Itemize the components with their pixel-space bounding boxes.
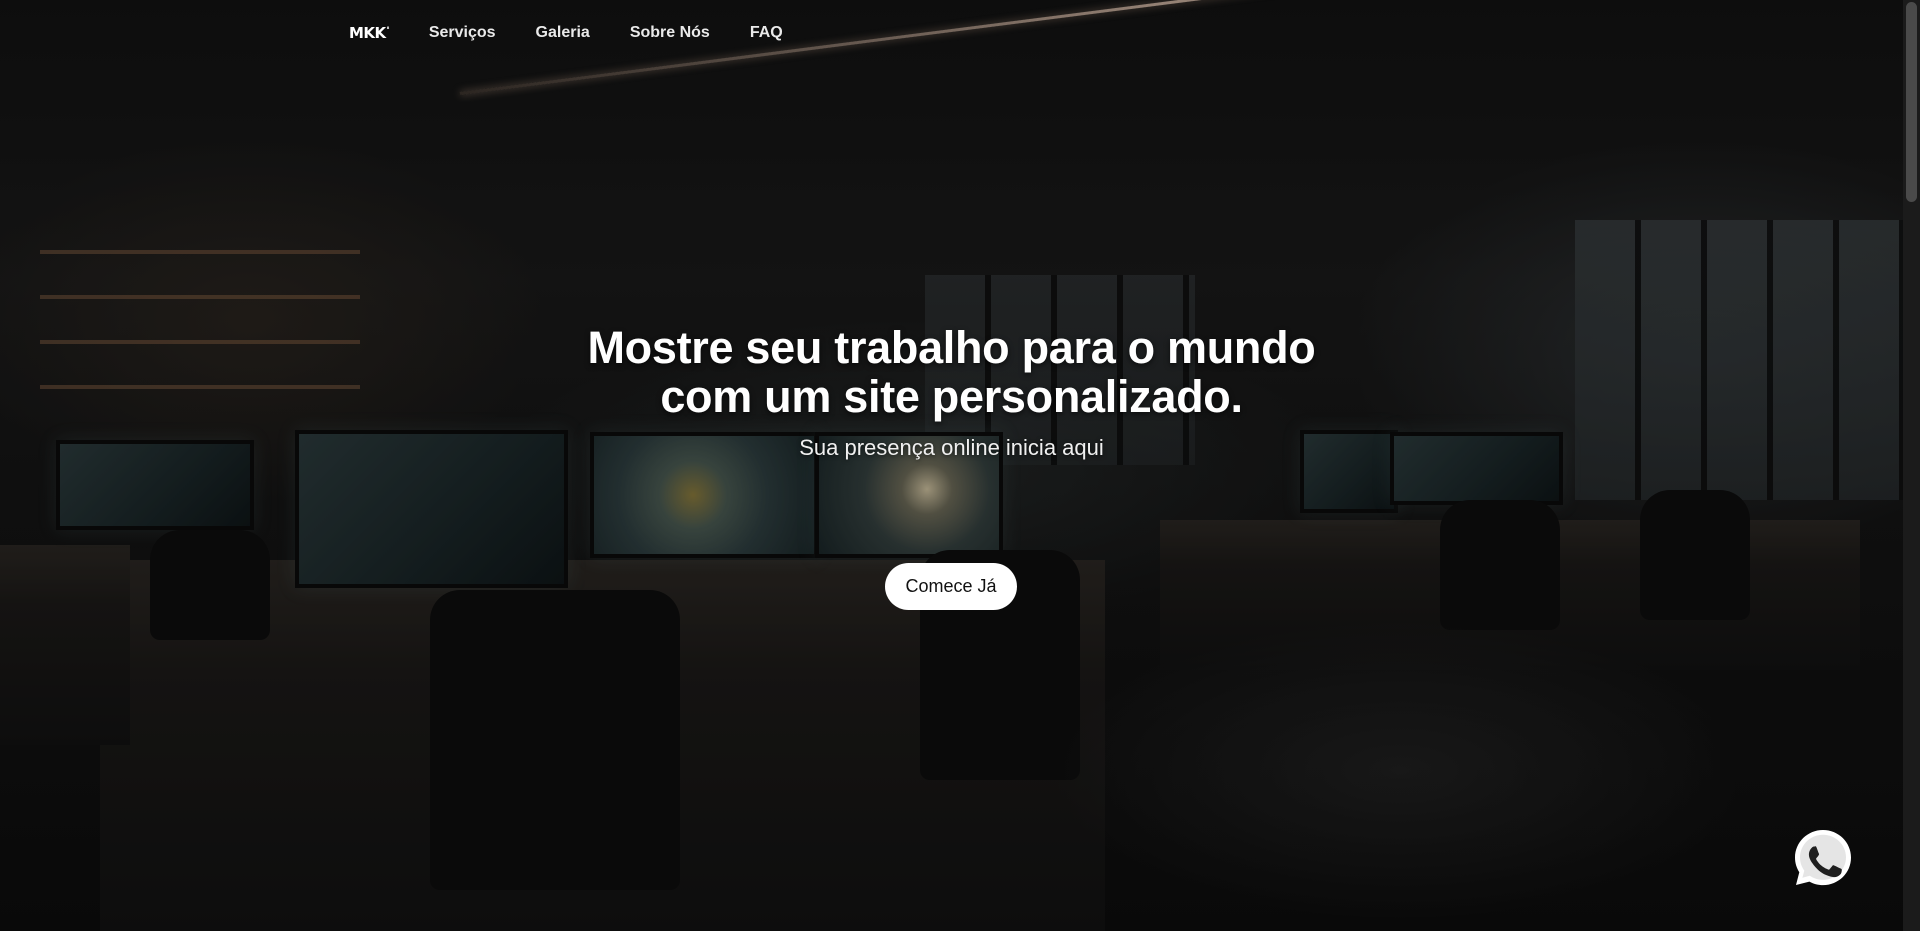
hero-title-line-2: com um site personalizado. bbox=[660, 371, 1243, 422]
hero-dark-overlay bbox=[0, 0, 1920, 931]
logo-superscript: ⁸ bbox=[386, 26, 390, 33]
hero-section: Mostre seu trabalho para o mundo com um … bbox=[0, 323, 1903, 461]
scrollbar-thumb[interactable] bbox=[1906, 2, 1917, 202]
nav-link-galeria[interactable]: Galeria bbox=[536, 24, 590, 42]
page-scrollbar[interactable] bbox=[1903, 0, 1920, 931]
whatsapp-icon bbox=[1795, 830, 1851, 886]
landing-page: MKK ⁸ Serviços Galeria Sobre Nós FAQ Mos… bbox=[0, 0, 1920, 931]
hero-title-line-1: Mostre seu trabalho para o mundo bbox=[587, 322, 1316, 373]
start-now-button[interactable]: Comece Já bbox=[885, 563, 1017, 610]
whatsapp-button[interactable] bbox=[1790, 825, 1856, 891]
nav-link-sobre-nos[interactable]: Sobre Nós bbox=[630, 24, 710, 42]
main-navigation: MKK ⁸ Serviços Galeria Sobre Nós FAQ bbox=[349, 24, 783, 42]
site-logo[interactable]: MKK ⁸ bbox=[349, 24, 389, 42]
logo-text: MKK bbox=[349, 24, 386, 42]
hero-title: Mostre seu trabalho para o mundo com um … bbox=[0, 323, 1903, 421]
hero-subtitle: Sua presença online inicia aqui bbox=[799, 435, 1104, 460]
nav-link-servicos[interactable]: Serviços bbox=[429, 24, 496, 42]
nav-link-faq[interactable]: FAQ bbox=[750, 24, 783, 42]
